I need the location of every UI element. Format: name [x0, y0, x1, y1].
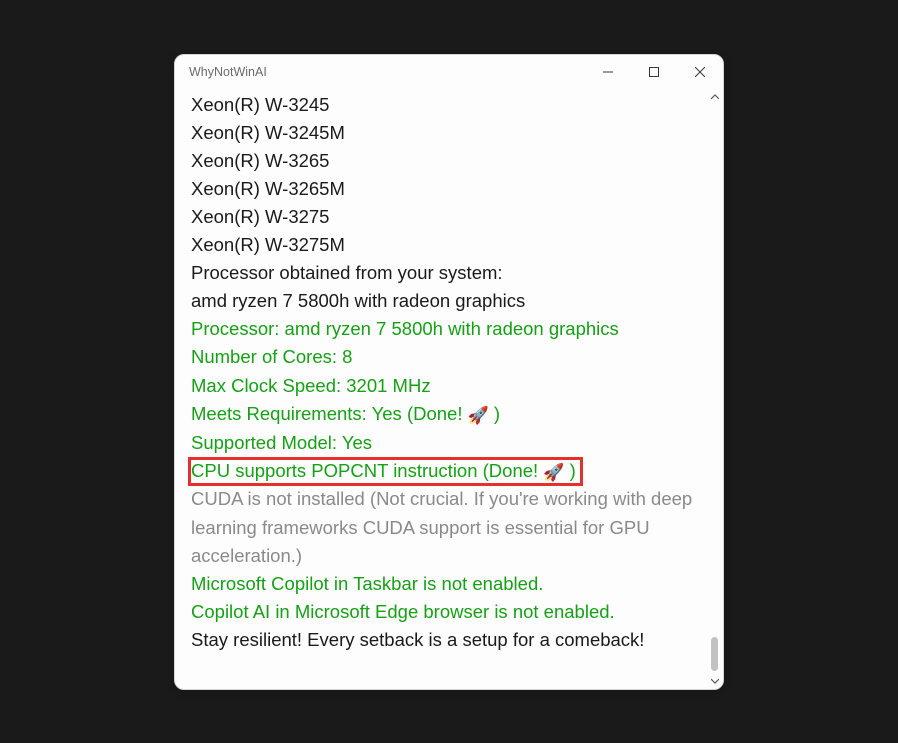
rocket-icon: 🚀 [468, 403, 489, 429]
output-line: Copilot AI in Microsoft Edge browser is … [191, 598, 701, 626]
minimize-button[interactable] [585, 55, 631, 89]
output-line: Microsoft Copilot in Taskbar is not enab… [191, 570, 701, 598]
chevron-up-icon [711, 93, 719, 101]
window-controls [585, 55, 723, 89]
text-span: Meets Requirements: Yes (Done! [191, 403, 468, 424]
output-line: Processor: amd ryzen 7 5800h with radeon… [191, 315, 701, 343]
text-span: CPU supports POPCNT instruction (Done! [191, 460, 543, 481]
scroll-thumb[interactable] [711, 637, 718, 671]
titlebar[interactable]: WhyNotWinAI [175, 55, 723, 89]
output-line: Max Clock Speed: 3201 MHz [191, 372, 701, 400]
output-line: Xeon(R) W-3275 [191, 203, 701, 231]
text-span: ) [565, 460, 576, 481]
text-span: ) [489, 403, 500, 424]
scrollbar[interactable] [707, 89, 723, 689]
chevron-down-icon [711, 677, 719, 685]
output-line: Stay resilient! Every setback is a setup… [191, 626, 701, 654]
rocket-icon: 🚀 [543, 460, 564, 486]
output-line: Meets Requirements: Yes (Done! 🚀 ) [191, 400, 701, 429]
output-line: amd ryzen 7 5800h with radeon graphics [191, 287, 701, 315]
window-title: WhyNotWinAI [189, 65, 585, 79]
maximize-icon [649, 67, 659, 77]
close-button[interactable] [677, 55, 723, 89]
app-window: WhyNotWinAI Xeon(R) W-3245 Xeon(R) W-324… [174, 54, 724, 690]
maximize-button[interactable] [631, 55, 677, 89]
output-line: Xeon(R) W-3245M [191, 119, 701, 147]
output-line: Xeon(R) W-3275M [191, 231, 701, 259]
output-line: Xeon(R) W-3265 [191, 147, 701, 175]
minimize-icon [603, 67, 613, 77]
highlighted-line: CPU supports POPCNT instruction (Done! 🚀… [191, 457, 701, 486]
output-content[interactable]: Xeon(R) W-3245 Xeon(R) W-3245M Xeon(R) W… [175, 89, 707, 689]
output-line: Xeon(R) W-3245 [191, 91, 701, 119]
output-line: Processor obtained from your system: [191, 259, 701, 287]
highlight-box: CPU supports POPCNT instruction (Done! 🚀… [188, 457, 583, 486]
scroll-up-button[interactable] [707, 89, 723, 105]
scroll-down-button[interactable] [707, 673, 723, 689]
output-line: CUDA is not installed (Not crucial. If y… [191, 485, 701, 569]
output-line: Number of Cores: 8 [191, 343, 701, 371]
close-icon [695, 67, 705, 77]
content-wrap: Xeon(R) W-3245 Xeon(R) W-3245M Xeon(R) W… [175, 89, 723, 689]
output-line: Supported Model: Yes [191, 429, 701, 457]
output-line: Xeon(R) W-3265M [191, 175, 701, 203]
